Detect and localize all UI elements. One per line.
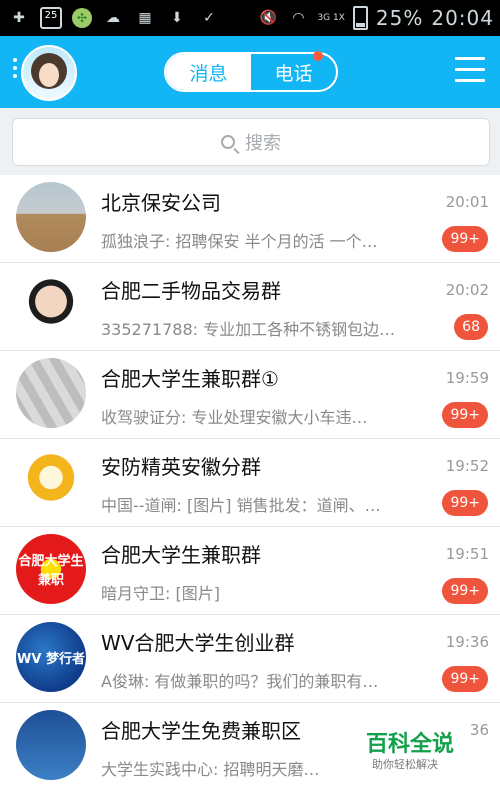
chat-list: 北京保安公司 孤独浪子: 招聘保安 半个月的活 一个… 20:01 99+ 合肥… [0, 175, 500, 790]
chat-time: 19:59 [445, 369, 489, 387]
chat-row-hefei-jianzhi[interactable]: 合肥大学生兼职 合肥大学生兼职群 暗月守卫: [图片] 19:51 99+ [0, 527, 500, 615]
mute-icon: 🔇 [259, 10, 278, 26]
drawer-dots-icon[interactable] [13, 58, 17, 78]
battery-percent: 25% [375, 6, 424, 30]
group-avatar [16, 710, 86, 780]
group-avatar [16, 270, 86, 340]
group-avatar [16, 358, 86, 428]
status-bar: ✚ 25 ✣ ☁ ▦ ⬇ ✓ 🔇 ◠ 3G 1X 25% 20:04 [0, 0, 500, 36]
avatar-text: WV 梦行者 [17, 651, 85, 667]
number-25-icon: 25 [40, 7, 62, 29]
unread-badge: 99+ [442, 578, 488, 604]
group-avatar [16, 182, 86, 252]
chat-time: 20:01 [445, 193, 489, 211]
image-icon: ▦ [138, 10, 152, 26]
notification-dot [313, 51, 323, 61]
chat-time: 19:51 [445, 545, 489, 563]
chat-preview: 335271788: 专业加工各种不锈钢包边… [101, 320, 396, 339]
chat-title: WV合肥大学生创业群 [101, 631, 295, 655]
chat-row-hefei-jianzhi-1[interactable]: 合肥大学生兼职群① 收驾驶证分: 专业处理安徽大小车违… 19:59 99+ [0, 351, 500, 439]
avatar-text: 合肥大学生兼职 [18, 554, 84, 588]
chat-title: 合肥大学生免费兼职区 [101, 719, 301, 743]
unread-badge: 68 [454, 314, 488, 340]
tab-phone[interactable]: 电话 [251, 54, 336, 90]
chat-row-wv-chuangye[interactable]: WV 梦行者 WV合肥大学生创业群 A俊琳: 有做兼职的吗？我们的兼职有… 19… [0, 615, 500, 703]
chat-time: 36 [469, 721, 489, 739]
chat-row-anfang-jingying[interactable]: 安防精英安徽分群 中国--道闸: [图片] 销售批发：道闸、… 19:52 99… [0, 439, 500, 527]
unread-badge: 99+ [442, 402, 488, 428]
clock: 20:04 [431, 6, 494, 30]
watermark-subtitle: 助你轻松解决 [372, 758, 438, 771]
group-avatar: WV 梦行者 [16, 622, 86, 692]
chat-row-beijing-baoan[interactable]: 北京保安公司 孤独浪子: 招聘保安 半个月的活 一个… 20:01 99+ [0, 175, 500, 263]
search-input[interactable]: 搜索 [12, 118, 490, 166]
download-icon: ⬇ [171, 10, 183, 26]
watermark-title: 百科全说 [366, 732, 455, 757]
chat-title: 安防精英安徽分群 [101, 455, 261, 479]
plus-icon: ✚ [13, 10, 25, 26]
chat-preview: A俊琳: 有做兼职的吗？我们的兼职有… [101, 672, 379, 691]
chat-time: 19:36 [445, 633, 489, 651]
chat-time: 19:52 [445, 457, 489, 475]
game-icon: ✣ [72, 8, 92, 28]
group-avatar: 合肥大学生兼职 [16, 534, 86, 604]
chat-preview: 暗月守卫: [图片] [101, 584, 220, 603]
check-icon: ✓ [203, 10, 215, 26]
weather-icon: ☁ [106, 10, 120, 26]
chat-preview: 孤独浪子: 招聘保安 半个月的活 一个… [101, 232, 378, 251]
unread-badge: 99+ [442, 226, 488, 252]
menu-icon[interactable] [455, 57, 485, 85]
network-type: 3G 1X [317, 13, 345, 23]
search-placeholder: 搜索 [245, 133, 281, 154]
chat-preview: 中国--道闸: [图片] 销售批发：道闸、… [101, 496, 381, 515]
chat-title: 北京保安公司 [101, 191, 221, 215]
battery-icon [352, 6, 368, 30]
group-avatar [16, 446, 86, 516]
unread-badge: 99+ [442, 666, 488, 692]
chat-time: 20:02 [445, 281, 489, 299]
unread-badge: 99+ [442, 490, 488, 516]
chat-title: 合肥大学生兼职群 [101, 543, 261, 567]
chat-preview: 收驾驶证分: 专业处理安徽大小车违… [101, 408, 368, 427]
message-phone-switch[interactable]: 消息 电话 [164, 52, 338, 92]
chat-row-hefei-ershou[interactable]: 合肥二手物品交易群 335271788: 专业加工各种不锈钢包边… 20:02 … [0, 263, 500, 351]
user-avatar[interactable] [21, 45, 77, 101]
wifi-icon: ◠ [292, 10, 305, 26]
watermark: 百科全说 助你轻松解决 [360, 720, 465, 780]
search-icon [221, 135, 235, 149]
chat-title: 合肥二手物品交易群 [101, 279, 281, 303]
tab-messages[interactable]: 消息 [166, 54, 251, 90]
chat-title: 合肥大学生兼职群① [101, 367, 279, 391]
